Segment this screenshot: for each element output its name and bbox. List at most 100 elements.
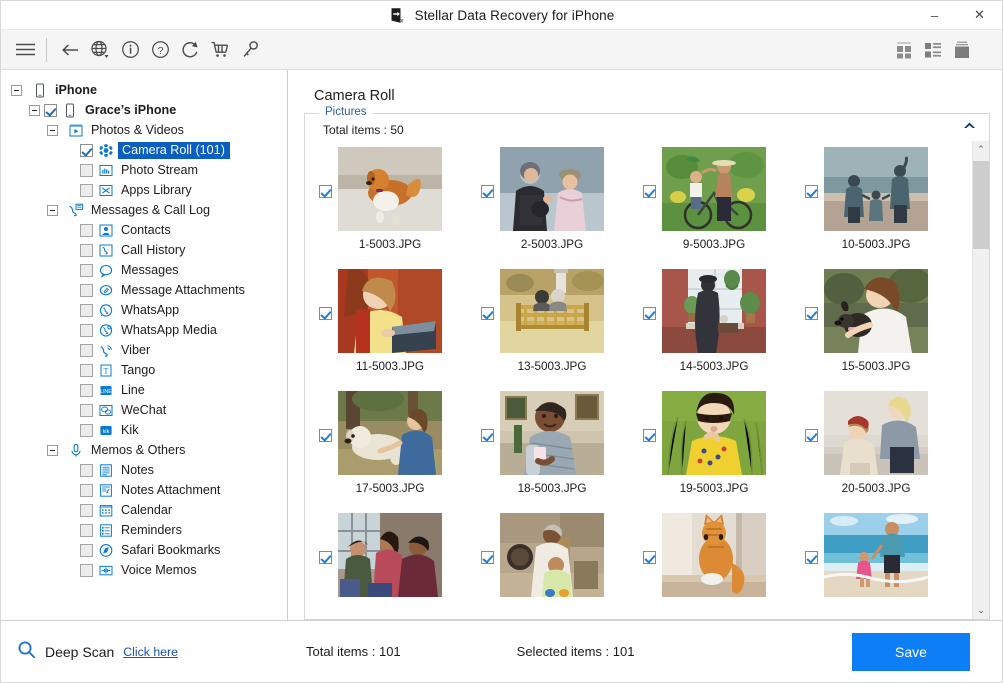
thumbnail-image[interactable] xyxy=(824,147,928,231)
thumbnail-image[interactable] xyxy=(500,269,604,353)
scroll-thumb[interactable] xyxy=(973,161,989,249)
thumbnail-scrollbar[interactable]: ⌃ ⌄ xyxy=(972,141,989,619)
back-arrow-icon[interactable] xyxy=(55,35,85,65)
thumbnail-checkbox[interactable] xyxy=(805,185,818,198)
tree-item-iphone[interactable]: iPhone xyxy=(1,80,287,100)
thumbnail-image[interactable] xyxy=(338,391,442,475)
grid-view-icon[interactable] xyxy=(890,36,917,63)
thumbnail-checkbox[interactable] xyxy=(643,429,656,442)
scroll-up-button[interactable]: ⌃ xyxy=(973,141,989,158)
tree-checkbox[interactable] xyxy=(80,284,93,297)
info-icon[interactable] xyxy=(115,35,145,65)
thumbnail-checkbox[interactable] xyxy=(643,185,656,198)
tree-item-notes[interactable]: Notes xyxy=(1,460,287,480)
tree-checkbox[interactable] xyxy=(80,384,93,397)
thumbnail-cell[interactable]: 20-5003.JPG xyxy=(805,391,967,513)
thumbnail-image[interactable] xyxy=(338,147,442,231)
tree-item-memos-others[interactable]: Memos & Others xyxy=(1,440,287,460)
thumbnail-cell[interactable]: 9-5003.JPG xyxy=(643,147,805,269)
thumbnail-image[interactable] xyxy=(662,147,766,231)
tree-item-voice-memos[interactable]: Voice Memos xyxy=(1,560,287,580)
tree-item-reminders[interactable]: Reminders xyxy=(1,520,287,540)
thumbnail-image[interactable] xyxy=(824,513,928,597)
scroll-down-button[interactable]: ⌄ xyxy=(973,602,989,619)
thumbnail-checkbox[interactable] xyxy=(481,185,494,198)
tree-item-photos-videos[interactable]: Photos & Videos xyxy=(1,120,287,140)
expander-collapse-icon[interactable] xyxy=(47,205,58,216)
thumbnail-image[interactable] xyxy=(338,269,442,353)
thumbnail-image[interactable] xyxy=(500,147,604,231)
deep-scan-link[interactable]: Click here xyxy=(123,645,178,659)
tree-item-kik[interactable]: kikKik xyxy=(1,420,287,440)
thumbnail-image[interactable] xyxy=(500,513,604,597)
thumbnail-cell[interactable]: 2-5003.JPG xyxy=(481,147,643,269)
thumbnail-checkbox[interactable] xyxy=(805,307,818,320)
thumbnail-image[interactable] xyxy=(500,391,604,475)
cart-icon[interactable] xyxy=(205,35,235,65)
thumbnail-cell[interactable]: 10-5003.JPG xyxy=(805,147,967,269)
thumbnail-image[interactable] xyxy=(662,269,766,353)
thumbnail-image[interactable] xyxy=(662,391,766,475)
tree-item-tango[interactable]: TTango xyxy=(1,360,287,380)
thumbnail-cell[interactable]: 14-5003.JPG xyxy=(643,269,805,391)
thumbnail-cell[interactable]: 11-5003.JPG xyxy=(319,269,481,391)
thumbnail-image[interactable] xyxy=(824,269,928,353)
thumbnail-cell[interactable]: 1-5003.JPG xyxy=(319,147,481,269)
thumbnail-checkbox[interactable] xyxy=(319,307,332,320)
thumbnail-cell[interactable] xyxy=(805,513,967,619)
tree-item-wechat[interactable]: WeChat xyxy=(1,400,287,420)
tree-checkbox[interactable] xyxy=(80,504,93,517)
thumbnail-checkbox[interactable] xyxy=(481,551,494,564)
scroll-track[interactable] xyxy=(973,158,989,602)
tree-checkbox[interactable] xyxy=(80,344,93,357)
tree-checkbox[interactable] xyxy=(80,304,93,317)
save-button[interactable]: Save xyxy=(852,633,970,671)
thumbnail-checkbox[interactable] xyxy=(805,551,818,564)
tree-checkbox[interactable] xyxy=(80,424,93,437)
expander-collapse-icon[interactable] xyxy=(11,85,22,96)
tree-checkbox[interactable] xyxy=(44,104,57,117)
tree-item-grace-s-iphone[interactable]: Grace’s iPhone xyxy=(1,100,287,120)
close-button[interactable]: ✕ xyxy=(957,1,1002,29)
thumbnail-checkbox[interactable] xyxy=(481,429,494,442)
tree-checkbox[interactable] xyxy=(80,244,93,257)
tree-checkbox[interactable] xyxy=(80,264,93,277)
tree-item-whatsapp[interactable]: WhatsApp xyxy=(1,300,287,320)
tree-checkbox[interactable] xyxy=(80,324,93,337)
tree-checkbox[interactable] xyxy=(80,524,93,537)
tree-item-line[interactable]: LINELine xyxy=(1,380,287,400)
thumbnail-checkbox[interactable] xyxy=(319,185,332,198)
thumbnail-checkbox[interactable] xyxy=(319,551,332,564)
tree-item-viber[interactable]: Viber xyxy=(1,340,287,360)
thumbnail-checkbox[interactable] xyxy=(481,307,494,320)
tree-item-contacts[interactable]: Contacts xyxy=(1,220,287,240)
tree-item-whatsapp-media[interactable]: WhatsApp Media xyxy=(1,320,287,340)
tree-checkbox[interactable] xyxy=(80,484,93,497)
tree-checkbox[interactable] xyxy=(80,544,93,557)
thumbnail-cell[interactable] xyxy=(481,513,643,619)
thumbnail-cell[interactable]: 13-5003.JPG xyxy=(481,269,643,391)
thumbnail-cell[interactable]: 19-5003.JPG xyxy=(643,391,805,513)
tree-item-safari-bookmarks[interactable]: Safari Bookmarks xyxy=(1,540,287,560)
expander-collapse-icon[interactable] xyxy=(47,125,58,136)
thumbnail-cell[interactable]: 17-5003.JPG xyxy=(319,391,481,513)
tree-item-calendar[interactable]: Calendar xyxy=(1,500,287,520)
tree-checkbox[interactable] xyxy=(80,184,93,197)
tree-checkbox[interactable] xyxy=(80,364,93,377)
tree-item-camera-roll-101[interactable]: Camera Roll (101) xyxy=(1,140,287,160)
tree-item-messages-call-log[interactable]: Messages & Call Log xyxy=(1,200,287,220)
tree-checkbox[interactable] xyxy=(80,144,93,157)
key-icon[interactable] xyxy=(235,35,265,65)
thumbnail-cell[interactable] xyxy=(643,513,805,619)
hamburger-menu-icon[interactable] xyxy=(10,35,40,65)
thumbnail-checkbox[interactable] xyxy=(319,429,332,442)
chevron-up-icon[interactable] xyxy=(961,118,977,132)
tree-checkbox[interactable] xyxy=(80,404,93,417)
globe-icon[interactable] xyxy=(85,35,115,65)
thumbnail-checkbox[interactable] xyxy=(805,429,818,442)
stack-view-icon[interactable] xyxy=(948,36,975,63)
expander-collapse-icon[interactable] xyxy=(29,105,40,116)
list-view-icon[interactable] xyxy=(919,36,946,63)
tree-item-messages[interactable]: Messages xyxy=(1,260,287,280)
thumbnail-image[interactable] xyxy=(824,391,928,475)
